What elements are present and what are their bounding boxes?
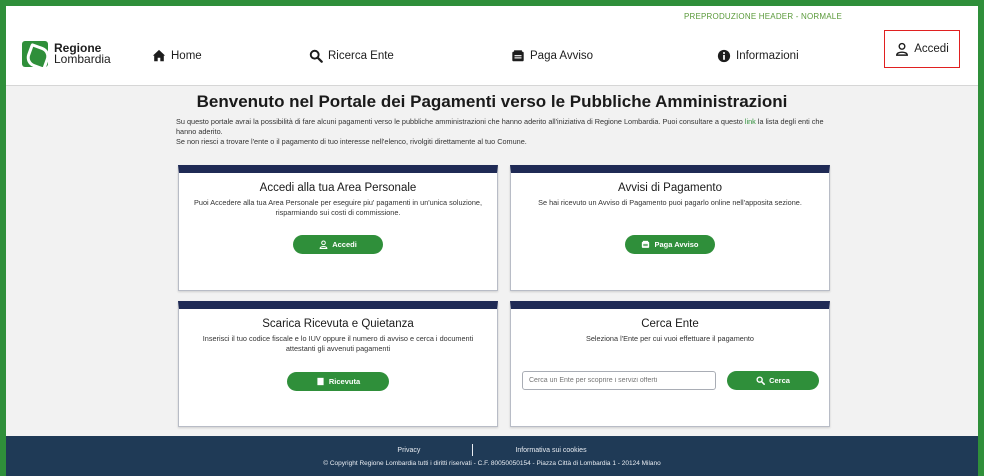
document-icon — [317, 377, 324, 386]
nav-ricerca-ente[interactable]: Ricerca Ente — [309, 46, 394, 66]
intro-part1: Su questo portale avrai la possibilità d… — [176, 117, 745, 126]
nav-paga-avviso[interactable]: Paga Avviso — [511, 46, 593, 66]
ricevuta-button-label: Ricevuta — [328, 377, 361, 386]
card-ricevuta-title: Scarica Ricevuta e Quietanza — [262, 318, 414, 330]
info-icon — [717, 49, 731, 63]
card-avvisi-title: Avvisi di Pagamento — [618, 182, 722, 194]
card-area-personale: Accedi alla tua Area Personale Puoi Acce… — [178, 165, 498, 291]
cerca-button-label: Cerca — [769, 376, 790, 385]
card-ricevuta-desc: Inserisci il tuo codice fiscale e lo IUV… — [202, 334, 474, 353]
top-header: PREPRODUZIONE HEADER - NORMALE Regione L… — [6, 6, 978, 86]
receipt-icon — [512, 50, 524, 62]
footer-divider — [472, 444, 474, 456]
nav-informazioni-label: Informazioni — [736, 50, 799, 62]
user-icon — [896, 42, 909, 56]
receipt-icon — [642, 240, 650, 248]
paga-avviso-button-label: Paga Avviso — [654, 240, 699, 249]
intro-line2: Se non riesci a trovare l'ente o il paga… — [176, 137, 527, 146]
nav-accedi-label: Accedi — [914, 43, 949, 55]
logo-line2: Lombardia — [54, 52, 111, 66]
logo-mark-icon — [22, 41, 48, 67]
nav-accedi-button[interactable]: Accedi — [884, 30, 960, 68]
search-icon — [309, 49, 323, 63]
paga-avviso-button[interactable]: Paga Avviso — [625, 235, 715, 254]
home-icon — [152, 49, 166, 62]
accedi-button-label: Accedi — [332, 240, 357, 249]
nav-informazioni[interactable]: Informazioni — [717, 46, 799, 66]
card-area-personale-title: Accedi alla tua Area Personale — [259, 182, 417, 194]
nav-home-label: Home — [171, 50, 202, 62]
page-footer: Privacy Informativa sui cookies © Copyri… — [6, 436, 978, 476]
cookies-link[interactable]: Informativa sui cookies — [515, 447, 586, 454]
ricevuta-button[interactable]: Ricevuta — [287, 372, 389, 391]
card-avvisi-desc: Se hai ricevuto un Avviso di Pagamento p… — [538, 198, 802, 207]
nav-home[interactable]: Home — [152, 46, 202, 66]
user-icon — [319, 240, 328, 249]
card-cerca-ente-title: Cerca Ente — [641, 318, 699, 330]
card-cerca-ente-desc: Seleziona l'Ente per cui vuoi effettuare… — [586, 334, 754, 343]
copyright-text: © Copyright Regione Lombardia tutti i di… — [323, 460, 661, 467]
card-cerca-ente: Cerca Ente Seleziona l'Ente per cui vuoi… — [510, 301, 830, 427]
enti-list-link[interactable]: link — [745, 117, 756, 126]
card-area-personale-desc: Puoi Accedere alla tua Area Personale pe… — [194, 198, 482, 217]
ente-search-input[interactable] — [522, 371, 716, 390]
intro-text: Su questo portale avrai la possibilità d… — [176, 117, 844, 147]
accedi-button[interactable]: Accedi — [293, 235, 383, 254]
cerca-button[interactable]: Cerca — [727, 371, 819, 390]
regione-lombardia-logo[interactable]: Regione Lombardia — [22, 40, 111, 68]
preproduction-label: PREPRODUZIONE HEADER - NORMALE — [683, 12, 842, 21]
card-ricevuta-quietanza: Scarica Ricevuta e Quietanza Inserisci i… — [178, 301, 498, 427]
privacy-link[interactable]: Privacy — [397, 447, 420, 454]
nav-paga-avviso-label: Paga Avviso — [530, 50, 594, 62]
nav-ricerca-ente-label: Ricerca Ente — [328, 50, 394, 62]
search-icon — [756, 376, 766, 385]
card-avvisi-pagamento: Avvisi di Pagamento Se hai ricevuto un A… — [510, 165, 830, 291]
page-title: Benvenuto nel Portale dei Pagamenti vers… — [196, 92, 788, 111]
